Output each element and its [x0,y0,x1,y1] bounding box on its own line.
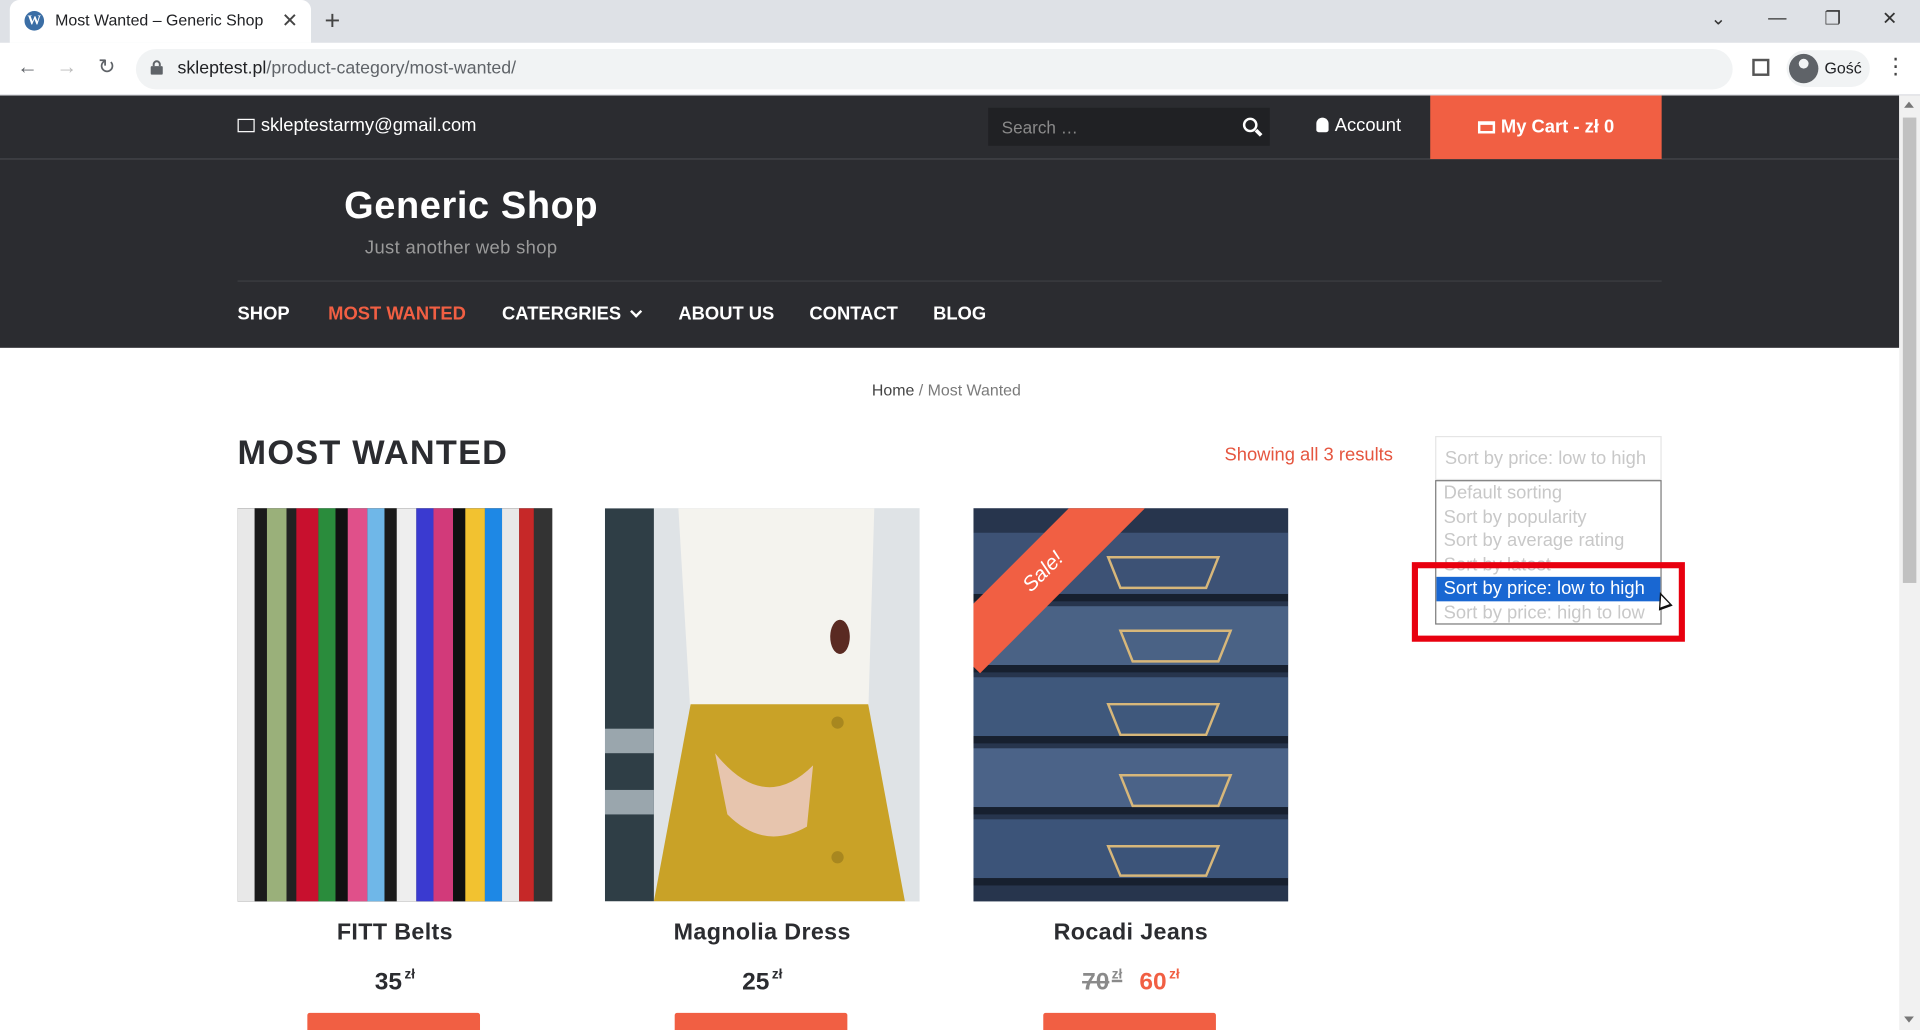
tab-search-icon[interactable]: ⌄ [1711,7,1726,30]
browser-toolbar: ← → ↻ skleptest.pl/product-category/most… [0,42,1920,96]
contact-email[interactable]: skleptestarmy@gmail.com [237,115,477,136]
add-to-cart-button[interactable] [307,1012,481,1030]
url-domain: skleptest.pl [177,58,267,79]
nav-item-blog[interactable]: BLOG [933,304,986,325]
sale-price-amount: 60 [1139,968,1167,996]
profile-button[interactable]: Gość [1786,50,1870,87]
nav-item-contact[interactable]: CONTACT [809,304,897,325]
scroll-down-icon[interactable] [1904,1016,1914,1023]
sort-select[interactable]: Sort by price: low to high [1435,435,1662,481]
side-panel-icon[interactable] [1752,58,1770,76]
window-close-icon[interactable]: ✕ [1882,7,1897,30]
sort-option-popularity[interactable]: Sort by popularity [1436,505,1660,529]
site-top-bar: skleptestarmy@gmail.com Account My Cart … [0,95,1900,160]
header-divider [237,280,1662,282]
site-header: Generic Shop Just another web shop SHOP … [0,159,1900,348]
dress-illustration [604,508,920,902]
account-link[interactable]: Account [1316,115,1401,136]
nav-item-categories[interactable]: CATERGRIES [502,303,643,325]
breadcrumb: Home / Most Wanted [872,381,1021,399]
product-price: 70 zł 60 zł [973,968,1288,997]
address-bar[interactable]: skleptest.pl/product-category/most-wante… [135,48,1733,90]
nav-item-most-wanted[interactable]: MOST WANTED [328,304,466,325]
forward-icon[interactable]: → [56,55,77,79]
page-title: MOST WANTED [237,433,509,472]
wordpress-icon: W [24,11,45,31]
breadcrumb-separator: / [918,380,924,400]
old-price: 70 zł [1082,967,1123,996]
product-image-jeans[interactable]: Sale! [973,508,1289,902]
cart-label: My Cart - zł 0 [1500,116,1615,138]
sale-price: 60 zł [1139,967,1180,996]
browser-tab-bar: W Most Wanted – Generic Shop ✕ + ⌄ — ❐ ✕ [0,0,1920,43]
cart-button[interactable]: My Cart - zł 0 [1430,95,1662,160]
nav-item-shop[interactable]: SHOP [238,304,290,325]
back-icon[interactable]: ← [17,55,38,79]
product-price: 25 zł [605,968,920,997]
scroll-up-icon[interactable] [1904,101,1914,108]
tab-close-icon[interactable]: ✕ [282,9,298,33]
product-name[interactable]: Magnolia Dress [605,920,920,947]
price-amount: 25 [742,968,770,996]
email-text: skleptestarmy@gmail.com [260,115,477,136]
breadcrumb-current: Most Wanted [927,380,1021,400]
reload-icon[interactable]: ↻ [98,55,115,79]
new-tab-icon[interactable]: + [324,5,340,37]
product-image-belts[interactable] [237,508,553,902]
annotation-highlight-box [1411,562,1685,642]
product-name[interactable]: Rocadi Jeans [973,920,1288,947]
search-form [988,107,1270,146]
price-amount: 35 [374,968,403,996]
tab-title: Most Wanted – Generic Shop [55,11,264,30]
search-icon[interactable] [1242,117,1258,133]
url-path: /product-category/most-wanted/ [266,58,517,79]
product-name[interactable]: FITT Belts [238,920,553,947]
scrollbar-thumb[interactable] [1902,117,1917,583]
breadcrumb-home[interactable]: Home [872,381,914,399]
browser-tab[interactable]: W Most Wanted – Generic Shop ✕ [9,0,312,43]
url-text: skleptest.pl/product-category/most-wante… [178,59,517,79]
add-to-cart-button[interactable] [674,1012,848,1030]
product-price: 35 zł [238,968,553,997]
lock-icon [150,60,163,75]
profile-name: Gość [1824,58,1862,78]
browser-menu-icon[interactable]: ⋮ [1885,54,1907,80]
sort-option-default[interactable]: Default sorting [1436,481,1660,505]
sale-price-currency: zł [1169,967,1180,983]
site-title[interactable]: Generic Shop [344,184,598,228]
nav-item-categories-label: CATERGRIES [502,303,622,325]
account-label: Account [1334,115,1402,136]
minimize-icon[interactable]: — [1768,7,1786,28]
search-input[interactable] [988,107,1234,146]
price-currency: zł [404,967,415,983]
page-scrollbar[interactable] [1899,95,1920,1030]
old-price-currency: zł [1111,967,1123,983]
envelope-icon [237,118,255,133]
price-currency: zł [771,967,783,983]
result-count: Showing all 3 results [1224,444,1393,466]
cart-icon [1477,121,1495,134]
nav-item-about-us[interactable]: ABOUT US [678,304,774,325]
user-icon [1316,117,1329,133]
maximize-icon[interactable]: ❐ [1825,7,1841,30]
add-to-cart-button[interactable] [1043,1012,1216,1030]
sort-option-rating[interactable]: Sort by average rating [1436,529,1660,553]
product-image-dress[interactable] [604,508,920,902]
old-price-amount: 70 [1082,968,1110,996]
avatar [1788,53,1819,84]
site-tagline: Just another web shop [364,237,558,259]
chevron-down-icon [630,305,643,318]
